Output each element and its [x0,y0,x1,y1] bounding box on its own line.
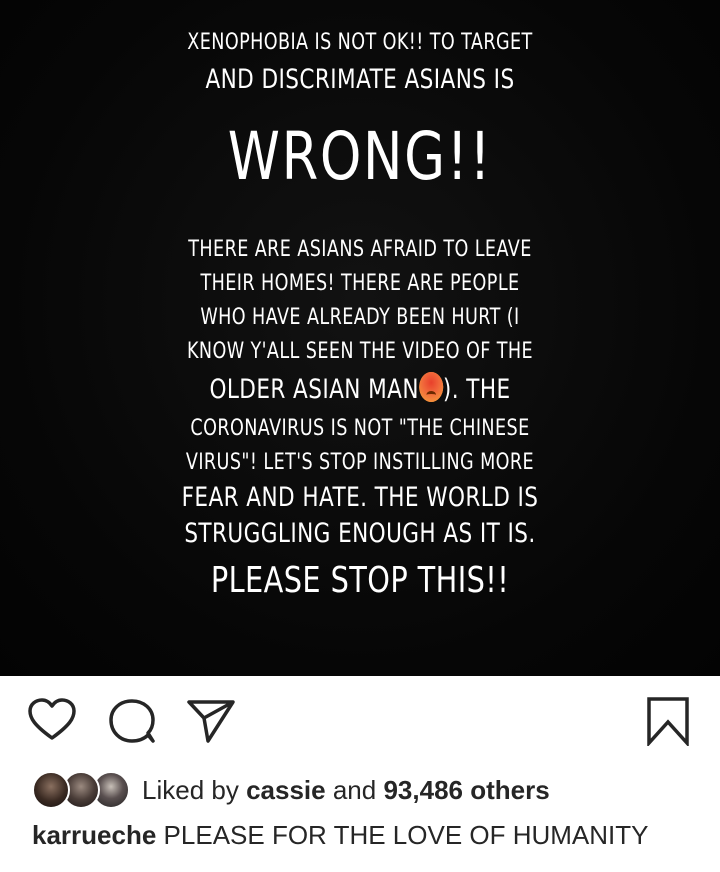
text-line: THERE ARE ASIANS AFRAID TO LEAVE [188,237,532,262]
liked-by-user-link[interactable]: cassie [246,775,326,805]
text-line: VIRUS"! LET'S STOP INSTILLING MORE [185,450,535,475]
likes-count-link[interactable]: 93,486 others [383,775,549,805]
text-segment: OLDER ASIAN MAN [209,374,419,405]
likes-row[interactable]: Liked by cassie and 93,486 others [32,770,550,810]
text-line: WHO HAVE ALREADY BEEN HURT (I [200,305,520,330]
share-icon [187,700,235,743]
action-bar [0,676,720,766]
text-line: FEAR AND HATE. THE WORLD IS [181,482,539,513]
text-segment: ). THE [442,374,511,405]
text-line-with-emoji: OLDER ASIAN MAN ). THE [72,372,648,405]
post-caption: karrueche PLEASE FOR THE LOVE OF HUMANIT… [32,820,649,851]
like-button[interactable] [28,698,76,747]
text-line: THEIR HOMES! THERE ARE PEOPLE [200,271,520,296]
liked-by-conjunction: and [332,774,377,805]
save-button[interactable] [646,696,690,751]
text-line: STRUGGLING ENOUGH AS IT IS. [184,518,536,549]
text-line-closing: PLEASE STOP THIS!! [210,560,510,601]
text-line: KNOW Y'ALL SEEN THE VIDEO OF THE [186,339,534,364]
liker-avatars[interactable] [32,771,132,809]
angry-emoji-icon [418,372,443,402]
caption-text: PLEASE FOR THE LOVE OF HUMANITY [163,820,649,850]
liked-by-prefix: Liked by [142,774,239,805]
avatar[interactable] [32,771,70,809]
comment-icon [109,699,155,743]
text-line: XENOPHOBIA IS NOT OK!! TO TARGET [187,30,533,55]
caption-username[interactable]: karrueche [32,820,156,850]
text-line: CORONAVIRUS IS NOT "THE CHINESE [190,416,530,441]
text-line-headline: WRONG!! [227,118,493,195]
share-button[interactable] [186,698,236,749]
bookmark-icon [647,697,689,748]
liked-by-text: Liked by cassie and 93,486 others [142,775,550,806]
heart-icon [28,698,76,740]
text-line: AND DISCRIMATE ASIANS IS [205,64,515,95]
comment-button[interactable] [108,698,158,749]
post-image[interactable]: XENOPHOBIA IS NOT OK!! TO TARGET AND DIS… [0,0,720,676]
